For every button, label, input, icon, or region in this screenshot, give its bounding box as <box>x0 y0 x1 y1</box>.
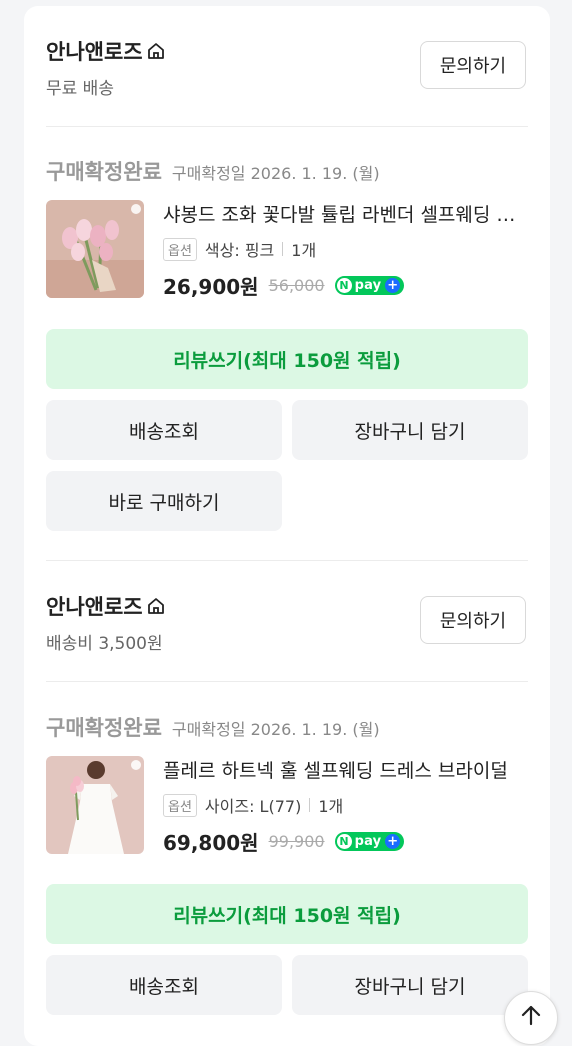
npay-plus-badge: N pay + <box>334 276 405 295</box>
dress-image <box>46 756 144 854</box>
npay-label: pay <box>354 834 382 849</box>
option-text: 사이즈: L(77) <box>204 797 302 816</box>
shipping-info: 배송비 3,500원 <box>46 634 163 654</box>
product-thumbnail[interactable] <box>46 756 144 854</box>
quantity: 1개 <box>318 797 344 816</box>
product-name[interactable]: 플레르 하트넥 훌 셀프웨딩 드레스 브라이덜 <box>163 756 527 783</box>
naver-n-icon: N <box>336 278 352 293</box>
confirm-date: 구매확정일 2026. 1. 19. (월) <box>171 720 380 739</box>
plus-icon: + <box>385 834 401 849</box>
product-info: 샤봉드 조화 꽃다발 튤립 라벤더 셀프웨딩 부케 옵션 색상: 핑크 1개 2… <box>163 200 527 300</box>
add-to-cart-button[interactable]: 장바구니 담기 <box>292 400 528 460</box>
separator <box>282 242 284 256</box>
price: 26,900원 <box>163 275 259 299</box>
npay-plus-badge: N pay + <box>334 832 405 851</box>
price-row: 69,800원 99,900 N pay + <box>163 827 527 856</box>
original-price: 99,900 <box>268 832 325 851</box>
product-option: 옵션 색상: 핑크 1개 <box>163 237 527 261</box>
store-header: 안나앤로즈 무료 배송 <box>46 36 166 99</box>
order-status-row: 구매확정완료 구매확정일 2026. 1. 19. (월) <box>46 156 380 186</box>
product-info: 플레르 하트넥 훌 셀프웨딩 드레스 브라이덜 옵션 사이즈: L(77) 1개… <box>163 756 527 856</box>
original-price: 56,000 <box>268 276 325 295</box>
home-icon <box>147 598 164 614</box>
npay-label: pay <box>354 278 382 293</box>
separator <box>309 798 311 812</box>
shipping-info: 무료 배송 <box>46 79 114 99</box>
bouquet-image <box>46 200 144 298</box>
divider <box>46 681 528 682</box>
write-review-button[interactable]: 리뷰쓰기(최대 150원 적립) <box>46 884 528 944</box>
inquiry-button[interactable]: 문의하기 <box>420 596 526 644</box>
store-name: 안나앤로즈 <box>46 40 143 64</box>
option-badge: 옵션 <box>163 793 197 817</box>
scroll-to-top-button[interactable] <box>504 991 558 1045</box>
price-row: 26,900원 56,000 N pay + <box>163 271 527 300</box>
write-review-button[interactable]: 리뷰쓰기(최대 150원 적립) <box>46 329 528 389</box>
order-status-row: 구매확정완료 구매확정일 2026. 1. 19. (월) <box>46 712 380 742</box>
track-delivery-button[interactable]: 배송조회 <box>46 955 282 1015</box>
quantity: 1개 <box>291 241 317 260</box>
order-list-card: 안나앤로즈 무료 배송 문의하기 구매확정완료 구매확정일 2026. 1. 1… <box>24 6 550 1046</box>
divider <box>46 560 528 561</box>
inquiry-button[interactable]: 문의하기 <box>420 41 526 89</box>
buy-now-button[interactable]: 바로 구매하기 <box>46 471 282 531</box>
divider <box>46 126 528 127</box>
track-delivery-button[interactable]: 배송조회 <box>46 400 282 460</box>
order-status: 구매확정완료 <box>46 716 162 740</box>
confirm-date: 구매확정일 2026. 1. 19. (월) <box>171 164 380 183</box>
product-option: 옵션 사이즈: L(77) 1개 <box>163 793 527 817</box>
plus-icon: + <box>385 278 401 293</box>
store-header: 안나앤로즈 배송비 3,500원 <box>46 591 166 654</box>
order-status: 구매확정완료 <box>46 160 162 184</box>
add-to-cart-button[interactable]: 장바구니 담기 <box>292 955 528 1015</box>
price: 69,800원 <box>163 831 259 855</box>
naver-n-icon: N <box>336 834 352 849</box>
product-name[interactable]: 샤봉드 조화 꽃다발 튤립 라벤더 셀프웨딩 부케 <box>163 200 527 227</box>
store-name-link[interactable]: 안나앤로즈 <box>46 36 166 66</box>
arrow-up-icon <box>521 1005 541 1026</box>
store-name: 안나앤로즈 <box>46 595 143 619</box>
store-name-link[interactable]: 안나앤로즈 <box>46 591 166 621</box>
option-text: 색상: 핑크 <box>204 241 275 260</box>
home-icon <box>147 43 164 59</box>
product-thumbnail[interactable] <box>46 200 144 298</box>
option-badge: 옵션 <box>163 237 197 261</box>
